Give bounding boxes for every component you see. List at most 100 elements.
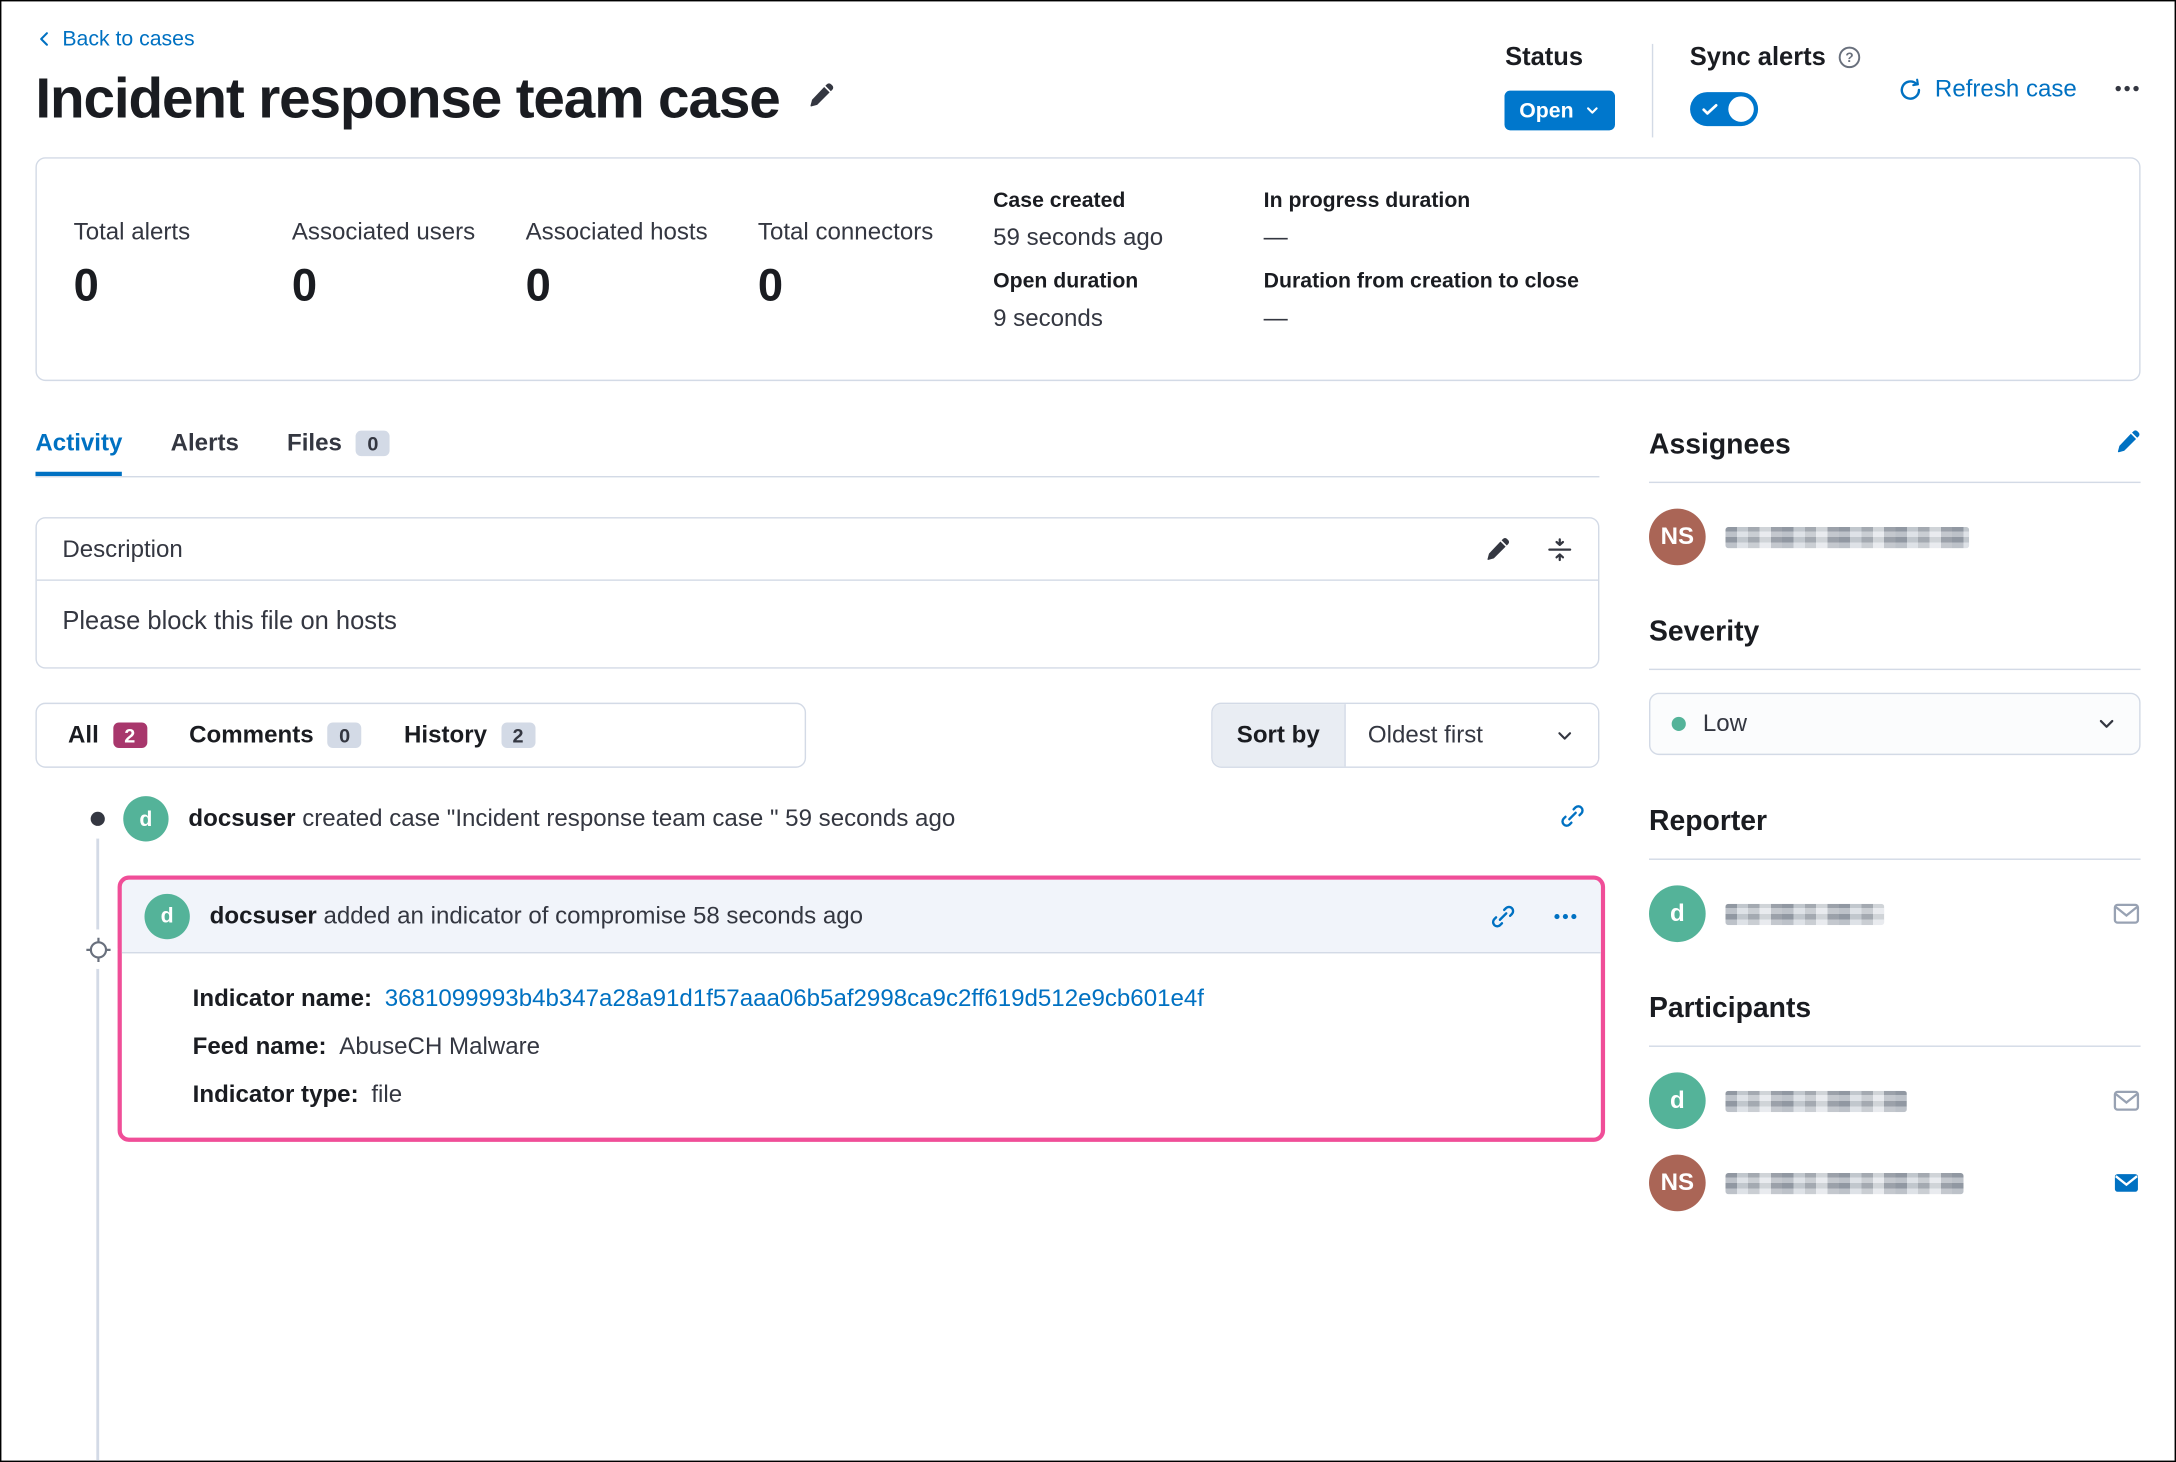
- case-actions-menu-button[interactable]: [2114, 75, 2141, 109]
- reporter-section: Reporter d: [1649, 806, 2141, 943]
- metric-total-connectors: Total connectors 0: [758, 187, 993, 349]
- content-area: Activity Alerts Files 0 Description Plea…: [35, 429, 2141, 1461]
- metric-label: Total connectors: [757, 218, 934, 246]
- back-to-cases-link[interactable]: Back to cases: [35, 26, 195, 52]
- history-count-badge: 2: [501, 722, 535, 749]
- chevron-down-icon: [2099, 719, 2114, 728]
- description-header: Description: [36, 519, 1599, 581]
- indicator-name-link[interactable]: 3681099993b4b347a28a91d1f57aaa06b5af2998…: [385, 985, 1204, 1013]
- edit-assignees-button[interactable]: [2115, 429, 2141, 462]
- collapse-icon[interactable]: [1547, 536, 1573, 562]
- crosshair-icon: [85, 937, 110, 962]
- participant-row: d: [1649, 1072, 2141, 1130]
- copy-link-button[interactable]: [1560, 803, 1586, 836]
- sync-alerts-help-button[interactable]: ?: [1837, 45, 1861, 69]
- avatar: d: [123, 796, 169, 842]
- avatar: d: [1649, 1072, 1706, 1130]
- indicator-name-field: Indicator name: 3681099993b4b347a28a91d1…: [193, 985, 1576, 1013]
- status-control: Status Open: [1505, 41, 1615, 131]
- comment-header: d docsuser added an indicator of comprom…: [121, 879, 1601, 954]
- field-label: Indicator type:: [192, 1080, 359, 1108]
- question-in-circle-icon: ?: [1838, 45, 1860, 68]
- participants-section: Participants d NS: [1649, 993, 2141, 1212]
- metric-associated-users: Associated users 0: [292, 187, 526, 349]
- activity-timeline: d docsuser created case "Incident respon…: [35, 796, 1606, 1461]
- case-metrics-panel: Total alerts 0 Associated users 0 Associ…: [35, 157, 2141, 382]
- email-participant-button[interactable]: [2112, 1087, 2140, 1115]
- case-created-value: 59 seconds ago: [993, 223, 1164, 251]
- section-divider: [1649, 1045, 2141, 1047]
- filter-label: Comments: [189, 721, 314, 749]
- open-duration-label: Open duration: [993, 269, 1139, 294]
- reporter-row: d: [1649, 885, 2141, 943]
- tab-label: Files: [287, 429, 342, 457]
- refresh-case-label: Refresh case: [1934, 75, 2077, 103]
- link-icon: [1561, 804, 1584, 827]
- edit-title-button[interactable]: [808, 82, 835, 116]
- sync-alerts-control: Sync alerts ?: [1689, 41, 1862, 127]
- header-left: Back to cases Incident response team cas…: [35, 21, 834, 132]
- sort-control: Sort by Oldest first: [1211, 702, 1600, 768]
- tab-files[interactable]: Files 0: [287, 429, 390, 476]
- assignees-section: Assignees NS: [1649, 429, 2141, 566]
- link-icon[interactable]: [1490, 903, 1516, 929]
- metric-label: Associated hosts: [525, 218, 708, 246]
- status-dropdown-button[interactable]: Open: [1505, 90, 1615, 131]
- feed-name-field: Feed name: AbuseCH Malware: [193, 1033, 1576, 1061]
- chevron-down-icon: [1558, 731, 1572, 739]
- redacted-name: [1725, 1090, 1907, 1112]
- metric-value: 0: [757, 259, 784, 311]
- field-label: Feed name:: [192, 1032, 327, 1060]
- ellipsis-icon[interactable]: [1553, 903, 1579, 929]
- case-view-page: Back to cases Incident response team cas…: [0, 0, 2176, 1462]
- filter-history[interactable]: History 2: [404, 721, 535, 749]
- sort-order-value: Oldest first: [1367, 721, 1483, 749]
- envelope-filled-icon: [2114, 1174, 2138, 1192]
- case-tabs: Activity Alerts Files 0: [35, 429, 1600, 478]
- refresh-case-button[interactable]: Refresh case: [1898, 75, 2077, 103]
- back-link-label: Back to cases: [62, 26, 195, 52]
- envelope-icon: [2113, 1090, 2140, 1111]
- email-reporter-button[interactable]: [2112, 900, 2140, 928]
- in-progress-duration-label: In progress duration: [1263, 188, 1471, 213]
- severity-dropdown[interactable]: Low: [1649, 692, 2141, 756]
- sort-order-dropdown[interactable]: Oldest first: [1345, 704, 1599, 767]
- files-count-badge: 0: [356, 430, 390, 457]
- event-text: docsuser created case "Incident response…: [188, 805, 955, 833]
- all-count-badge: 2: [112, 722, 147, 749]
- timeline-dot-marker: [77, 799, 118, 839]
- tab-alerts[interactable]: Alerts: [171, 429, 239, 476]
- severity-title: Severity: [1649, 616, 1760, 648]
- status-label: Status: [1505, 42, 1584, 71]
- email-participant-button[interactable]: [2112, 1169, 2140, 1197]
- metric-value: 0: [73, 259, 99, 311]
- metric-value: 0: [525, 259, 551, 311]
- timeline-event-created: d docsuser created case "Incident respon…: [123, 796, 1599, 842]
- assignees-title: Assignees: [1649, 429, 1791, 461]
- check-icon: [1702, 104, 1718, 115]
- severity-low-dot-icon: [1671, 716, 1686, 732]
- sync-alerts-toggle[interactable]: [1689, 92, 1758, 127]
- timeline-indicator-marker: [77, 929, 118, 970]
- open-duration-value: 9 seconds: [993, 304, 1103, 332]
- header-divider: [1651, 43, 1653, 138]
- ellipsis-icon: [2115, 85, 2139, 92]
- refresh-icon: [1900, 77, 1920, 100]
- avatar: NS: [1649, 508, 1706, 566]
- toggle-knob: [1728, 96, 1754, 122]
- avatar: NS: [1649, 1154, 1706, 1212]
- participants-title: Participants: [1649, 993, 1812, 1025]
- metric-label: Total alerts: [73, 218, 191, 246]
- activity-filter-group: All 2 Comments 0 History 2: [35, 702, 807, 768]
- envelope-icon: [2113, 903, 2140, 924]
- filter-label: History: [404, 721, 488, 749]
- filter-all[interactable]: All 2: [68, 721, 147, 749]
- tab-activity[interactable]: Activity: [35, 429, 122, 476]
- metric-associated-hosts: Associated hosts 0: [526, 187, 758, 349]
- tab-label: Activity: [35, 429, 123, 457]
- filter-comments[interactable]: Comments 0: [189, 721, 362, 749]
- avatar: d: [1649, 885, 1706, 943]
- event-username: docsuser: [188, 804, 296, 832]
- redacted-name: [1725, 526, 1970, 548]
- pencil-icon[interactable]: [1485, 536, 1511, 562]
